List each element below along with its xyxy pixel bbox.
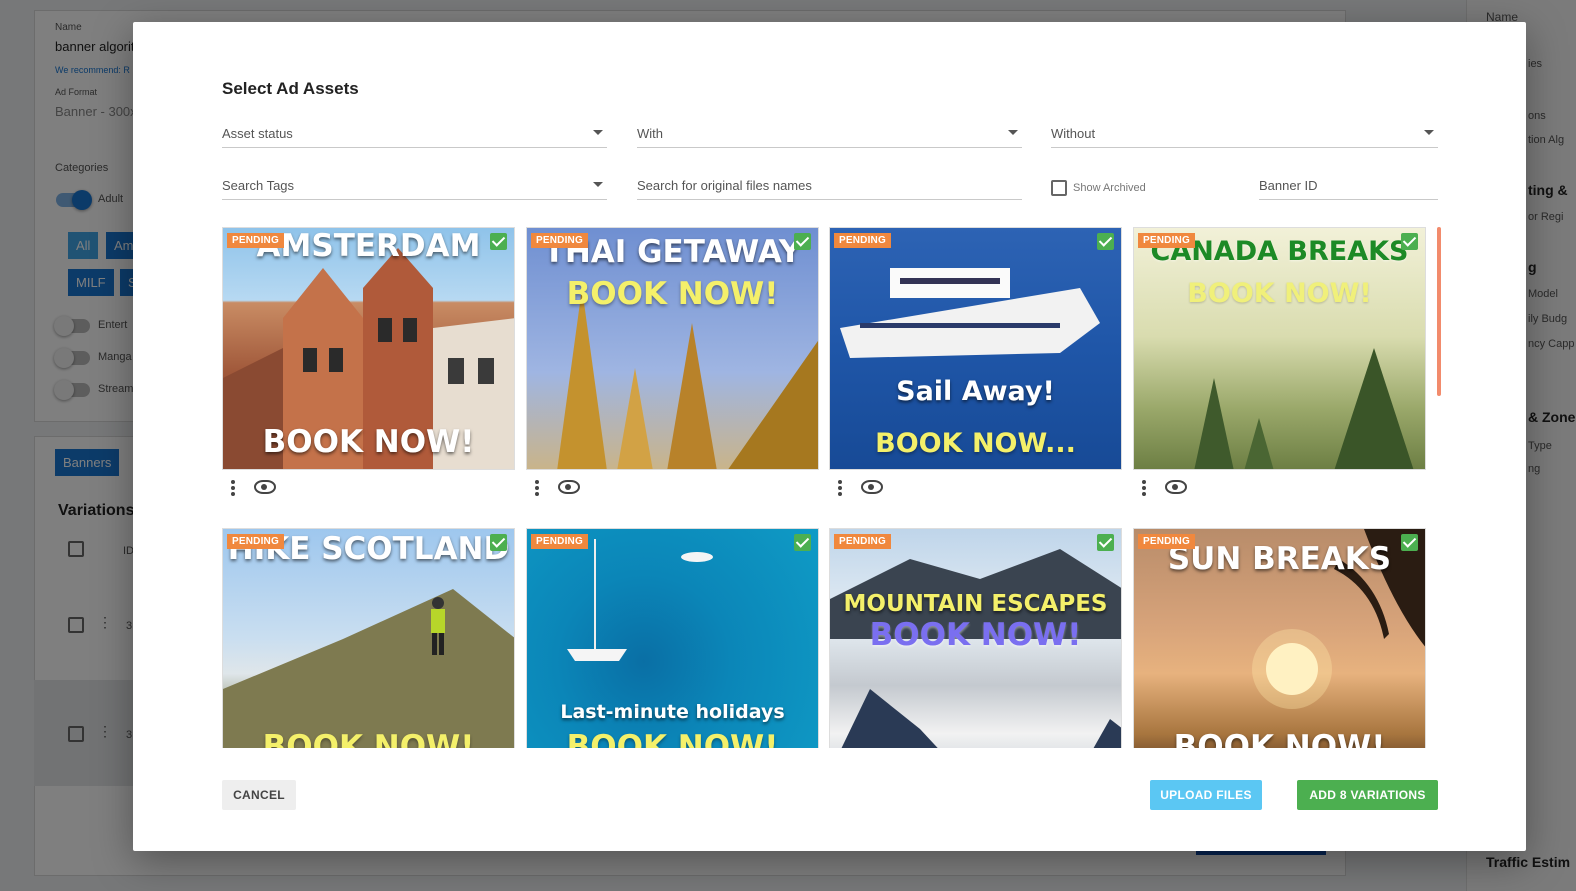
pending-badge: PENDING [834, 534, 891, 549]
ad-headline: Sail Away! [896, 376, 1055, 407]
ad-cta: BOOK NOW! [1173, 729, 1386, 748]
ad-cta: BOOK NOW! [262, 424, 475, 460]
search-file-names-input[interactable]: Search for original files names [637, 172, 1022, 200]
show-archived-checkbox[interactable]: Show Archived [1051, 180, 1146, 196]
selected-check-icon[interactable] [490, 534, 507, 551]
ad-cta: BOOK NOW! [566, 729, 779, 748]
selected-check-icon[interactable] [490, 233, 507, 250]
more-options-icon[interactable] [1142, 480, 1146, 496]
ad-headline: MOUNTAIN ESCAPES [843, 591, 1108, 617]
pending-badge: PENDING [227, 233, 284, 248]
without-label: Without [1051, 126, 1096, 141]
asset-card[interactable]: SUN BREAKS BOOK NOW! PENDING [1133, 528, 1426, 748]
more-options-icon[interactable] [838, 480, 842, 496]
asset-actions [829, 470, 1122, 506]
asset-thumbnail[interactable]: MOUNTAIN ESCAPES BOOK NOW! PENDING [829, 528, 1122, 748]
ad-cta: BOOK NOW! [869, 617, 1082, 653]
selected-check-icon[interactable] [1401, 534, 1418, 551]
preview-eye-icon[interactable] [558, 480, 580, 494]
checkbox-icon [1051, 180, 1067, 196]
pending-badge: PENDING [1138, 233, 1195, 248]
selected-check-icon[interactable] [1097, 233, 1114, 250]
asset-actions [222, 470, 515, 506]
chevron-down-icon [593, 130, 603, 135]
asset-actions [526, 470, 819, 506]
banner-id-placeholder: Banner ID [1259, 178, 1318, 193]
asset-status-label: Asset status [222, 126, 293, 141]
ad-cta: BOOK NOW! [566, 276, 779, 312]
search-tags-select[interactable]: Search Tags [222, 172, 607, 200]
pending-badge: PENDING [834, 233, 891, 248]
selected-check-icon[interactable] [1401, 233, 1418, 250]
asset-actions [1133, 470, 1426, 506]
chevron-down-icon [1008, 130, 1018, 135]
preview-eye-icon[interactable] [254, 480, 276, 494]
preview-eye-icon[interactable] [1165, 480, 1187, 494]
more-options-icon[interactable] [535, 480, 539, 496]
asset-thumbnail[interactable]: THAI GETAWAY BOOK NOW! PENDING [526, 227, 819, 470]
search-file-names-placeholder: Search for original files names [637, 178, 812, 193]
pending-badge: PENDING [531, 534, 588, 549]
more-options-icon[interactable] [231, 480, 235, 496]
selected-check-icon[interactable] [794, 233, 811, 250]
pending-badge: PENDING [531, 233, 588, 248]
asset-card[interactable]: Sail Away! BOOK NOW... PENDING [829, 227, 1122, 506]
select-ad-assets-dialog: Select Ad Assets Asset status With Witho… [133, 22, 1526, 851]
asset-card[interactable]: AMSTERDAM BOOK NOW! PENDING [222, 227, 515, 506]
search-tags-label: Search Tags [222, 178, 295, 193]
asset-card[interactable]: MOUNTAIN ESCAPES BOOK NOW! PENDING [829, 528, 1122, 748]
asset-status-select[interactable]: Asset status [222, 120, 607, 148]
asset-card[interactable]: HIKE SCOTLAND BOOK NOW! PENDING [222, 528, 515, 748]
upload-files-button[interactable]: UPLOAD FILES [1150, 780, 1262, 810]
asset-grid: AMSTERDAM BOOK NOW! PENDING THAI GETAWAY [222, 227, 1442, 748]
asset-thumbnail[interactable]: Last-minute holidays BOOK NOW! PENDING [526, 528, 819, 748]
grid-scrollbar[interactable] [1437, 227, 1441, 396]
preview-eye-icon[interactable] [861, 480, 883, 494]
with-select[interactable]: With [637, 120, 1022, 148]
add-variations-button[interactable]: ADD 8 VARIATIONS [1297, 780, 1438, 810]
asset-thumbnail[interactable]: HIKE SCOTLAND BOOK NOW! PENDING [222, 528, 515, 748]
asset-card[interactable]: CANADA BREAKS BOOK NOW! PENDING [1133, 227, 1426, 506]
ad-cta: BOOK NOW! [262, 729, 475, 748]
pending-badge: PENDING [227, 534, 284, 549]
pending-badge: PENDING [1138, 534, 1195, 549]
ad-cta: BOOK NOW! [1187, 278, 1372, 309]
asset-thumbnail[interactable]: Sail Away! BOOK NOW... PENDING [829, 227, 1122, 470]
asset-thumbnail[interactable]: AMSTERDAM BOOK NOW! PENDING [222, 227, 515, 470]
chevron-down-icon [1424, 130, 1434, 135]
chevron-down-icon [593, 182, 603, 187]
cancel-button[interactable]: CANCEL [222, 780, 296, 810]
show-archived-label: Show Archived [1073, 182, 1146, 194]
selected-check-icon[interactable] [1097, 534, 1114, 551]
asset-card[interactable]: Last-minute holidays BOOK NOW! PENDING [526, 528, 819, 748]
without-select[interactable]: Without [1051, 120, 1438, 148]
dialog-title: Select Ad Assets [222, 79, 359, 98]
with-label: With [637, 126, 663, 141]
ad-headline: Last-minute holidays [560, 701, 785, 723]
selected-check-icon[interactable] [794, 534, 811, 551]
asset-card[interactable]: THAI GETAWAY BOOK NOW! PENDING [526, 227, 819, 506]
asset-thumbnail[interactable]: SUN BREAKS BOOK NOW! PENDING [1133, 528, 1426, 748]
ad-cta: BOOK NOW... [875, 428, 1076, 459]
asset-thumbnail[interactable]: CANADA BREAKS BOOK NOW! PENDING [1133, 227, 1426, 470]
banner-id-input[interactable]: Banner ID [1259, 172, 1438, 200]
